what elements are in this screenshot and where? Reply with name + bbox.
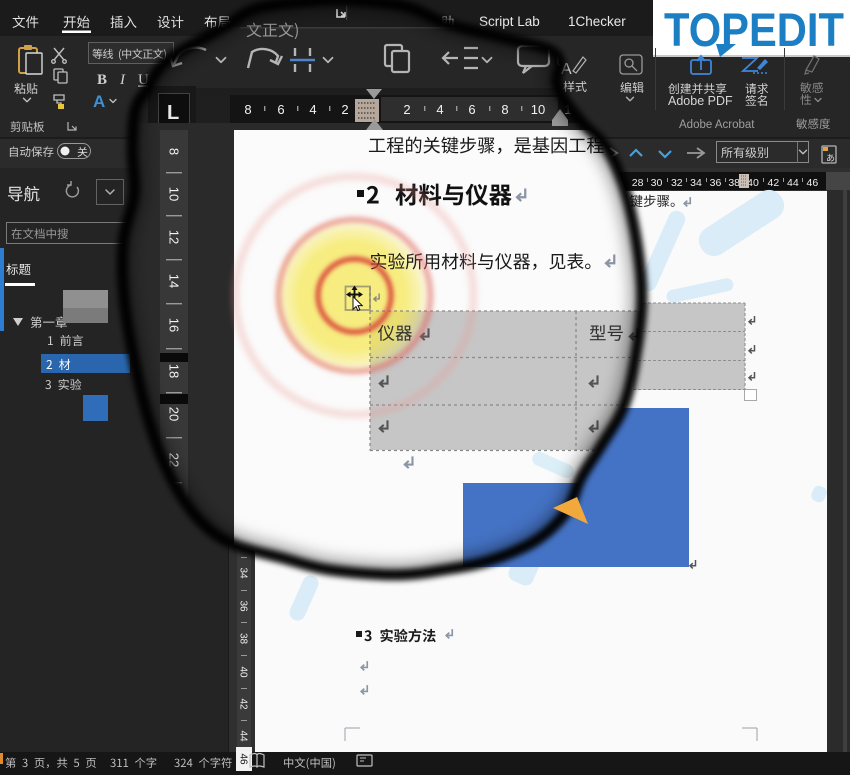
- svg-text:A: A: [93, 92, 105, 111]
- svg-text:46: 46: [807, 177, 819, 189]
- svg-text:38: 38: [728, 177, 740, 189]
- svg-text:I: I: [119, 72, 126, 88]
- svg-text:10: 10: [531, 102, 545, 117]
- svg-text:12: 12: [167, 230, 182, 244]
- svg-text:16: 16: [167, 318, 182, 332]
- svg-text:32: 32: [671, 177, 683, 189]
- svg-text:30: 30: [651, 177, 663, 189]
- svg-text:38: 38: [238, 633, 249, 645]
- svg-text:4: 4: [309, 102, 316, 117]
- svg-text:2: 2: [403, 102, 410, 117]
- svg-text:10: 10: [167, 187, 182, 201]
- svg-text:36: 36: [710, 177, 722, 189]
- svg-text:14: 14: [167, 274, 182, 288]
- svg-text:1Checker: 1Checker: [568, 14, 626, 29]
- svg-text:44: 44: [787, 177, 799, 189]
- svg-text:2: 2: [341, 102, 348, 117]
- svg-text:Adobe Acrobat: Adobe Acrobat: [679, 119, 755, 131]
- svg-text:46: 46: [238, 753, 249, 765]
- svg-text:8: 8: [501, 102, 508, 117]
- svg-text:8: 8: [244, 102, 251, 117]
- svg-text:44: 44: [238, 730, 249, 742]
- svg-text:34: 34: [690, 177, 702, 189]
- svg-text:42: 42: [238, 698, 249, 710]
- svg-text:A: A: [561, 61, 572, 78]
- svg-text:4: 4: [436, 102, 443, 117]
- svg-text:6: 6: [468, 102, 475, 117]
- svg-text:20: 20: [167, 407, 182, 421]
- svg-text:TOPEDIT: TOPEDIT: [664, 3, 844, 56]
- svg-text:28: 28: [632, 177, 644, 189]
- svg-text:Adobe PDF: Adobe PDF: [668, 94, 733, 108]
- svg-text:42: 42: [768, 177, 780, 189]
- svg-text:Script Lab: Script Lab: [479, 14, 540, 29]
- svg-text:18: 18: [167, 364, 182, 378]
- svg-text:40: 40: [238, 666, 249, 678]
- svg-text:6: 6: [277, 102, 284, 117]
- svg-text:36: 36: [238, 600, 249, 612]
- svg-text:8: 8: [167, 148, 182, 155]
- svg-text:22: 22: [167, 453, 182, 467]
- svg-text:L: L: [167, 102, 179, 124]
- svg-text:B: B: [97, 72, 107, 88]
- svg-text:34: 34: [238, 567, 249, 579]
